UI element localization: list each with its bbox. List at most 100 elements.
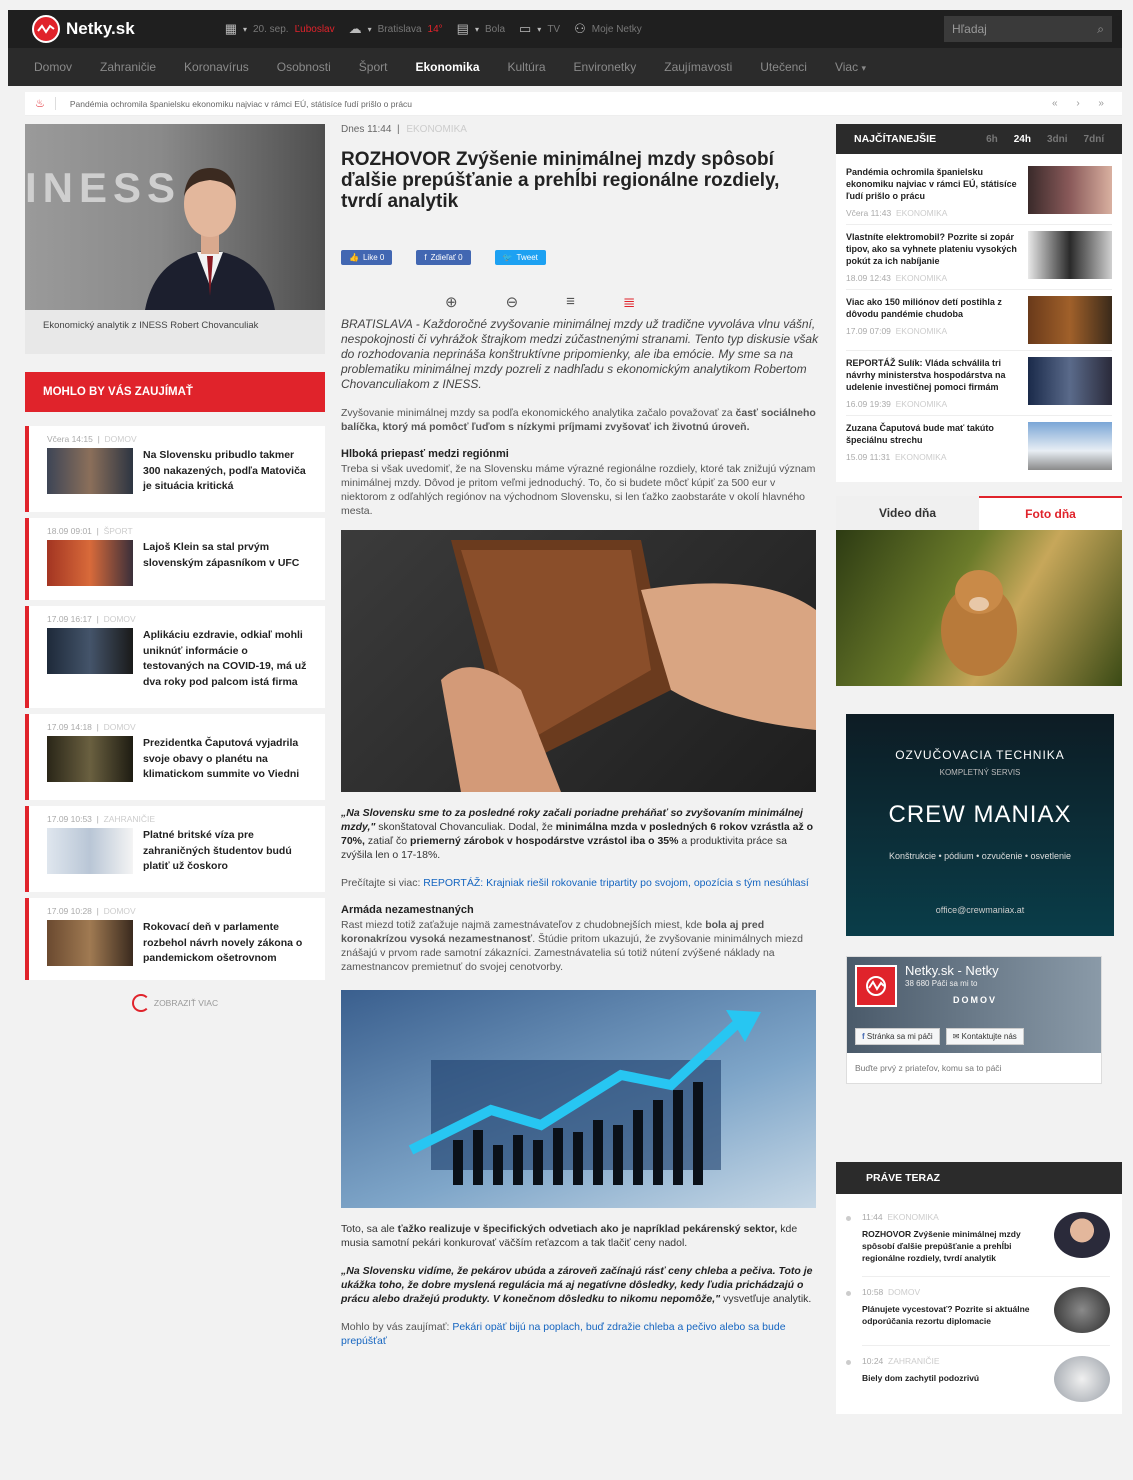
nav-item-kultura[interactable]: Kultúra — [508, 60, 546, 74]
list-item-meta: Včera 14:15 | DOMOV — [47, 434, 137, 444]
show-more-button[interactable]: ZOBRAZIŤ VIAC — [25, 994, 325, 1012]
ticker-controls[interactable]: « › » — [1052, 98, 1112, 109]
list-item-title[interactable]: Lajoš Klein sa stal prvým slovenským záp… — [143, 540, 311, 586]
fire-icon: ♨ — [35, 97, 56, 110]
nav-item-ekonomika[interactable]: Ekonomika — [415, 60, 479, 74]
photo-of-day-image[interactable] — [836, 530, 1122, 686]
tv-widget[interactable]: ▭ ▾ TV — [519, 21, 560, 37]
fb-page-logo[interactable] — [855, 965, 897, 1007]
calendar-widget[interactable]: ▦ ▾ 20. sep. Ľuboslav — [225, 21, 335, 37]
lottery-label: Bola — [484, 23, 505, 35]
article-paragraph: Toto, sa ale ťažko realizuje v špecifick… — [341, 1223, 798, 1249]
list-item-meta: 16.09 19:39 EKONOMIKA — [846, 399, 948, 409]
chevron-down-icon: ▾ — [474, 24, 479, 34]
list-item[interactable]: 10:58 DOMOV Plánujete vycestovať? Pozrit… — [846, 1277, 1110, 1346]
article-subheading: Hlboká priepasť medzi regiónmi — [341, 448, 509, 460]
list-item[interactable]: Viac ako 150 miliónov detí postihla z dô… — [846, 290, 1112, 351]
latest-list: 11:44 EKONOMIKA ROZHOVOR Zvýšenie minimá… — [836, 1194, 1122, 1414]
fb-contact-button[interactable]: ✉ Kontaktujte nás — [945, 1028, 1024, 1045]
list-item-title[interactable]: Biely dom zachytil podozrivú — [862, 1372, 979, 1384]
list-item[interactable]: Pandémia ochromila španielsku ekonomiku … — [846, 160, 1112, 225]
list-item[interactable]: 17.09 16:17 | DOMOV Aplikáciu ezdravie, … — [25, 606, 325, 708]
list-item[interactable]: Zuzana Čaputová bude mať takúto špeciáln… — [846, 416, 1112, 476]
nav-item-osobnosti[interactable]: Osobnosti — [277, 60, 331, 74]
list-item[interactable]: 17.09 14:18 | DOMOV Prezidentka Čaputová… — [25, 714, 325, 800]
list-item-title[interactable]: Vlastníte elektromobil? Pozrite si zopár… — [846, 231, 1022, 267]
tab-24h[interactable]: 24h — [1014, 134, 1031, 145]
list-item[interactable]: 18.09 09:01 | ŠPORT Lajoš Klein sa stal … — [25, 518, 325, 600]
list-item[interactable]: Včera 14:15 | DOMOV Na Slovensku pribudl… — [25, 426, 325, 512]
list-item-title[interactable]: Rokovací deň v parlamente rozbehol návrh… — [143, 920, 311, 967]
date-text: 20. sep. — [253, 23, 289, 35]
list-item-title[interactable]: Aplikáciu ezdravie, odkiaľ mohli uniknúť… — [143, 628, 311, 690]
fb-like-button[interactable]: 👍 Like 0 — [341, 250, 393, 265]
nav-item-domov[interactable]: Domov — [34, 60, 72, 74]
chevron-down-icon: ▾ — [367, 24, 372, 34]
thumbnail-image — [1028, 422, 1112, 470]
list-item-title[interactable]: ROZHOVOR Zvýšenie minimálnej mzdy spôsob… — [862, 1228, 1046, 1264]
fb-page-like-button[interactable]: f Stránka sa mi páči — [855, 1028, 940, 1045]
list-item-meta: 18.09 12:43 EKONOMIKA — [846, 273, 948, 283]
search-input[interactable]: Hľadaj ⌕ — [944, 16, 1112, 42]
list-item[interactable]: 11:44 EKONOMIKA ROZHOVOR Zvýšenie minimá… — [846, 1202, 1110, 1277]
weather-temp: 14° — [427, 23, 443, 35]
list-item-meta: 11:44 EKONOMIKA — [862, 1212, 939, 1222]
list-item-meta: 17.09 10:53 | ZAHRANIČIE — [47, 814, 156, 824]
nav-item-viac[interactable]: Viac ▾ — [835, 60, 866, 74]
zoom-out-icon[interactable]: ⊖ — [506, 293, 519, 311]
list-item[interactable]: REPORTÁŽ Sulík: Vláda schválila tri návr… — [846, 351, 1112, 416]
tab-3dni[interactable]: 3dni — [1047, 134, 1068, 145]
list-item[interactable]: 17.09 10:28 | DOMOV Rokovací deň v parla… — [25, 898, 325, 980]
calendar-icon: ▦ — [224, 21, 237, 36]
list-item-title[interactable]: Platné britské víza pre zahraničných štu… — [143, 828, 311, 875]
list-item-title[interactable]: Zuzana Čaputová bude mať takúto špeciáln… — [846, 422, 1022, 446]
nav-item-zaujimavosti[interactable]: Zaujímavosti — [664, 60, 732, 74]
growth-chart-image — [341, 990, 816, 1208]
site-logo[interactable]: Netky.sk — [32, 15, 135, 43]
tweet-button[interactable]: 🐦 Tweet — [494, 250, 546, 265]
list-item-meta: 10:58 DOMOV — [862, 1287, 921, 1297]
list-item-title[interactable]: REPORTÁŽ Sulík: Vláda schválila tri návr… — [846, 357, 1022, 393]
twitter-icon: 🐦 — [502, 253, 513, 262]
list-item-title[interactable]: Pandémia ochromila španielsku ekonomiku … — [846, 166, 1022, 202]
list-item-title[interactable]: Na Slovensku pribudlo takmer 300 nakazen… — [143, 448, 311, 495]
list-item-title[interactable]: Plánujete vycestovať? Pozrite si aktuáln… — [862, 1303, 1046, 1327]
lottery-widget[interactable]: ▤ ▾ Bola — [457, 21, 505, 37]
thumbnail-image — [47, 448, 133, 494]
tab-7dni[interactable]: 7dní — [1084, 134, 1105, 145]
list-item-title[interactable]: Viac ako 150 miliónov detí postihla z dô… — [846, 296, 1022, 320]
nav-item-koronavirus[interactable]: Koronavírus — [184, 60, 249, 74]
weather-widget[interactable]: ☁ ▾ Bratislava 14° — [349, 21, 443, 37]
read-more-link[interactable]: REPORTÁŽ: Krajniak riešil rokovanie trip… — [423, 877, 809, 889]
align-left-icon[interactable]: ≣ — [623, 293, 636, 311]
nav-item-zahranicie[interactable]: Zahraničie — [100, 60, 156, 74]
refresh-icon — [131, 994, 150, 1012]
fb-share-button[interactable]: f Zdieľať 0 — [416, 250, 471, 265]
list-item-title[interactable]: Prezidentka Čaputová vyjadrila svoje oba… — [143, 736, 311, 783]
my-netky-link[interactable]: ⚇ Moje Netky — [574, 21, 642, 37]
thumbnail-image — [1028, 231, 1112, 279]
najcitanejsie-title: NAJČÍTANEJŠIE — [854, 133, 937, 145]
justify-icon[interactable]: ≡ — [566, 293, 575, 311]
thumbnail-image — [1028, 166, 1112, 214]
nav-item-utecenci[interactable]: Utečenci — [760, 60, 807, 74]
ad-line3: Konštrukcie • pódium • ozvučenie • osvet… — [888, 851, 1072, 861]
zoom-in-icon[interactable]: ⊕ — [445, 293, 458, 311]
list-item[interactable]: Vlastníte elektromobil? Pozrite si zopár… — [846, 225, 1112, 290]
article-tools: ⊕ ⊖ ≡ ≣ — [445, 293, 819, 311]
nav-item-sport[interactable]: Šport — [359, 60, 388, 74]
advertisement-banner[interactable]: OZVUČOVACIA TECHNIKA KOMPLETNÝ SERVIS CR… — [846, 714, 1114, 936]
article-quote: „Na Slovensku vidíme, že pekárov ubúda a… — [341, 1265, 813, 1305]
list-item[interactable]: 10:24 ZAHRANIČIE Biely dom zachytil podo… — [846, 1346, 1110, 1414]
search-icon[interactable]: ⌕ — [1097, 22, 1104, 37]
najcitanejsie-header: NAJČÍTANEJŠIE 6h 24h 3dni 7dní — [836, 124, 1122, 154]
list-item-meta: 17.09 10:28 | DOMOV — [47, 906, 136, 916]
tab-6h[interactable]: 6h — [986, 134, 998, 145]
ticker-text[interactable]: Pandémia ochromila španielsku ekonomiku … — [70, 99, 412, 109]
fb-page-name[interactable]: Netky.sk - Netky — [905, 963, 999, 978]
tab-foto[interactable]: Foto dňa — [979, 496, 1122, 530]
nav-item-environetky[interactable]: Environetky — [574, 60, 637, 74]
tab-video[interactable]: Video dňa — [836, 496, 979, 530]
article-perex: BRATISLAVA - Každoročné zvyšovanie minim… — [341, 317, 819, 391]
list-item[interactable]: 17.09 10:53 | ZAHRANIČIE Platné britské … — [25, 806, 325, 892]
